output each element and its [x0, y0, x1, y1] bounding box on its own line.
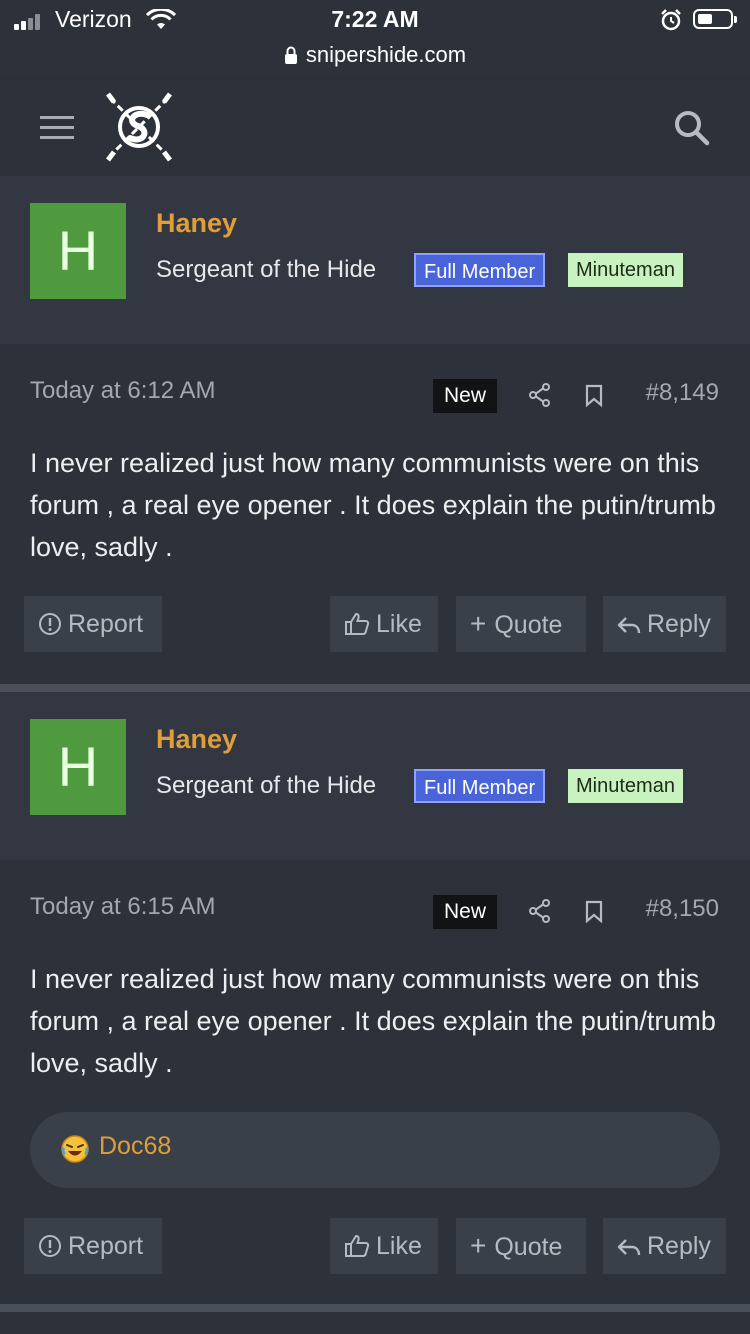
post-separator [0, 1304, 750, 1312]
reply-arrow-icon [617, 1239, 641, 1256]
like-label: Like [376, 610, 422, 638]
full-member-badge: Full Member [414, 769, 546, 803]
new-badge: New [433, 895, 497, 929]
plus-icon: + [470, 608, 487, 639]
post-user-info: H Haney Sergeant of the Hide Full Member… [0, 176, 750, 344]
quote-button[interactable]: + Quote [456, 596, 586, 652]
bookmark-icon[interactable] [584, 384, 604, 408]
post-date[interactable]: Today at 6:15 AM [30, 893, 215, 921]
post-number[interactable]: #8,150 [646, 895, 719, 923]
reply-button[interactable]: Reply [603, 1218, 726, 1274]
minuteman-badge: Minuteman [568, 253, 683, 287]
post-text: I never realized just how many communist… [30, 964, 716, 1078]
laughing-emoji-icon [61, 1135, 89, 1163]
report-label: Report [68, 1232, 144, 1260]
post-separator [0, 684, 750, 692]
quote-label: Quote [494, 1233, 563, 1261]
hamburger-menu-icon[interactable] [40, 116, 74, 140]
avatar[interactable]: H [30, 203, 126, 299]
report-label: Report [68, 610, 144, 638]
plus-icon: + [470, 1230, 487, 1261]
user-title: Sergeant of the Hide [156, 772, 377, 799]
post-body: Today at 6:12 AM New #8,149 I never real… [0, 344, 750, 684]
reply-button[interactable]: Reply [603, 596, 726, 652]
reply-label: Reply [647, 610, 711, 638]
quote-button[interactable]: + Quote [456, 1218, 586, 1274]
username[interactable]: Haney [156, 724, 237, 755]
search-icon[interactable] [672, 108, 712, 148]
reactions-bar[interactable]: Doc68 [30, 1112, 720, 1188]
url-bar[interactable]: snipershide.com [0, 42, 750, 68]
status-bar: Verizon 7:22 AM snipershide.com [0, 0, 750, 80]
battery-icon [693, 9, 737, 29]
quote-label: Quote [494, 611, 563, 639]
snipershide-logo-icon[interactable] [104, 92, 174, 162]
full-member-badge: Full Member [414, 253, 546, 287]
share-icon[interactable] [528, 382, 552, 408]
reply-arrow-icon [617, 617, 641, 634]
user-title: Sergeant of the Hide [156, 256, 377, 283]
username[interactable]: Haney [156, 208, 237, 239]
alert-circle-icon [39, 613, 61, 635]
post-number[interactable]: #8,149 [646, 379, 719, 407]
share-icon[interactable] [528, 898, 552, 924]
post-text: I never realized just how many communist… [30, 448, 716, 562]
avatar[interactable]: H [30, 719, 126, 815]
post-date[interactable]: Today at 6:12 AM [30, 377, 215, 405]
alarm-icon [661, 9, 681, 31]
report-button[interactable]: Report [24, 596, 162, 652]
minuteman-badge: Minuteman [568, 769, 683, 803]
post: H Haney Sergeant of the Hide Full Member… [0, 176, 750, 684]
reaction-user[interactable]: Doc68 [99, 1132, 171, 1161]
report-button[interactable]: Report [24, 1218, 162, 1274]
post-user-info: H Haney Sergeant of the Hide Full Member… [0, 692, 750, 860]
app-header [0, 80, 750, 176]
like-button[interactable]: Like [330, 596, 438, 652]
lock-icon [284, 46, 297, 64]
bookmark-icon[interactable] [584, 900, 604, 924]
like-label: Like [376, 1232, 422, 1260]
post: H Haney Sergeant of the Hide Full Member… [0, 692, 750, 1304]
new-badge: New [433, 379, 497, 413]
url-text: snipershide.com [305, 42, 467, 67]
like-button[interactable]: Like [330, 1218, 438, 1274]
reply-label: Reply [647, 1232, 711, 1260]
clock-time: 7:22 AM [331, 6, 419, 32]
thumbs-up-icon [345, 612, 370, 635]
alert-circle-icon [39, 1235, 61, 1257]
post-body: Today at 6:15 AM New #8,150 I never real… [0, 860, 750, 1304]
thumbs-up-icon [345, 1234, 370, 1257]
